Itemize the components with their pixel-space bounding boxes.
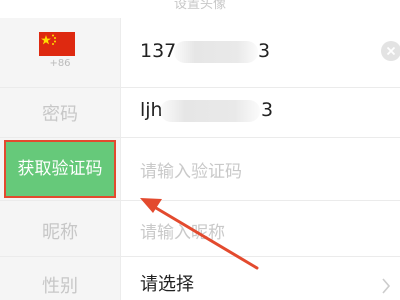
annotation-arrow-icon: [140, 198, 259, 270]
